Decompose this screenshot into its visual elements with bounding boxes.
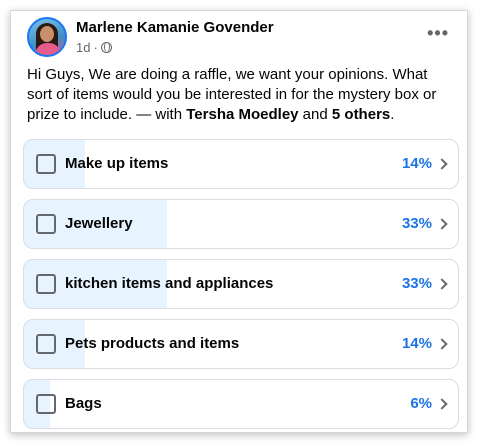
more-options-button[interactable]: ••• — [427, 23, 449, 44]
avatar[interactable] — [27, 17, 67, 57]
poll-option-checkbox[interactable] — [36, 214, 56, 234]
tag-connector: and — [298, 106, 332, 123]
post-time[interactable]: 1d — [76, 40, 90, 55]
post-meta: 1d · — [76, 40, 112, 55]
poll-options: Make up items 14% Jewellery 33% kitchen … — [23, 139, 459, 432]
meta-separator: · — [93, 40, 98, 55]
tagged-others-link[interactable]: 5 others — [332, 106, 390, 123]
chevron-right-icon[interactable] — [436, 218, 448, 230]
post-card: Marlene Kamanie Govender 1d · ••• Hi Guy… — [10, 10, 468, 433]
poll-option-percent[interactable]: 14% — [402, 335, 432, 352]
poll-option-checkbox[interactable] — [36, 154, 56, 174]
poll-option-label: Pets products and items — [65, 335, 240, 352]
poll-option[interactable]: Pets products and items 14% — [23, 319, 459, 369]
poll-option-label: Make up items — [65, 155, 169, 172]
poll-option[interactable]: kitchen items and appliances 33% — [23, 259, 459, 309]
author-name[interactable]: Marlene Kamanie Govender — [76, 19, 274, 36]
poll-option[interactable]: Jewellery 33% — [23, 199, 459, 249]
post-header: Marlene Kamanie Govender 1d · ••• — [27, 17, 453, 61]
chevron-right-icon[interactable] — [436, 398, 448, 410]
chevron-right-icon[interactable] — [436, 278, 448, 290]
poll-option-percent[interactable]: 33% — [402, 275, 432, 292]
poll-option-checkbox[interactable] — [36, 334, 56, 354]
poll-option-percent[interactable]: 33% — [402, 215, 432, 232]
poll-option-label: Bags — [65, 395, 102, 412]
tagged-user-link[interactable]: Tersha Moedley — [186, 106, 298, 123]
poll-option-percent[interactable]: 6% — [410, 395, 432, 412]
poll-option-percent[interactable]: 14% — [402, 155, 432, 172]
chevron-right-icon[interactable] — [436, 158, 448, 170]
poll-option[interactable]: Bags 6% — [23, 379, 459, 429]
poll-option-checkbox[interactable] — [36, 394, 56, 414]
globe-icon[interactable] — [100, 42, 112, 53]
post-text: Hi Guys, We are doing a raffle, we want … — [27, 65, 439, 125]
poll-option-label: kitchen items and appliances — [65, 275, 274, 292]
poll-option[interactable]: Make up items 14% — [23, 139, 459, 189]
tag-end: . — [390, 106, 395, 123]
poll-option-label: Jewellery — [65, 215, 133, 232]
poll-option-checkbox[interactable] — [36, 274, 56, 294]
chevron-right-icon[interactable] — [436, 338, 448, 350]
